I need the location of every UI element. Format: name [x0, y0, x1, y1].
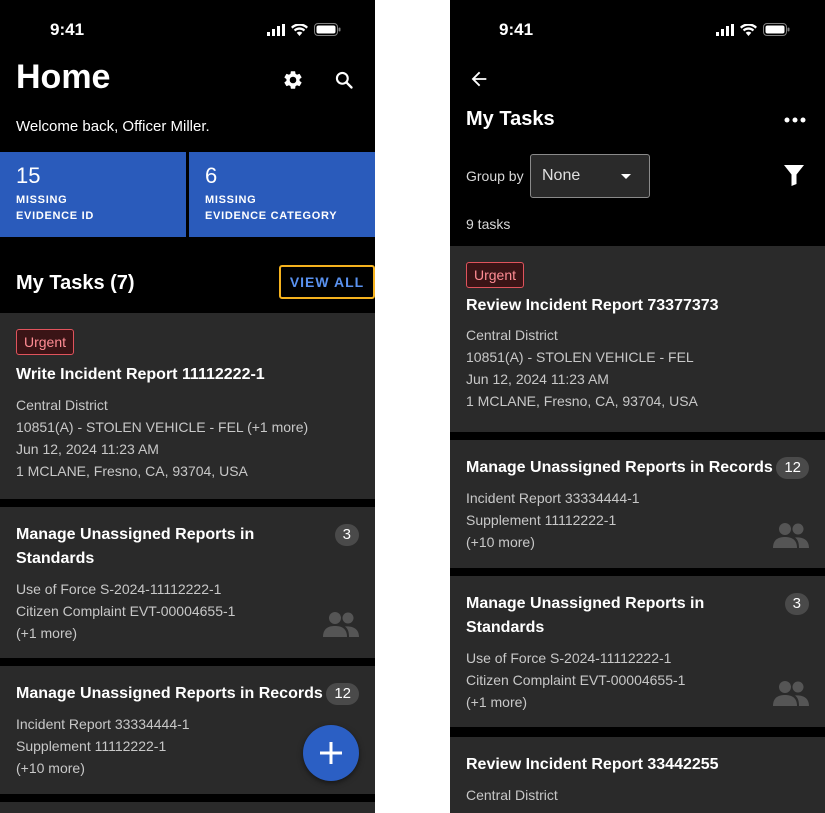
count-badge: 12	[776, 457, 809, 479]
urgent-badge: Urgent	[16, 329, 75, 355]
task-title: Review Incident Report 73377373	[466, 297, 719, 314]
task-detail: Central District	[466, 327, 558, 343]
stats-row: 15 MISSING EVIDENCE ID 6 MISSING EVIDENC…	[0, 152, 375, 237]
count-badge: 12	[326, 683, 359, 705]
stat-missing-evidence-category[interactable]: 6 MISSING EVIDENCE CATEGORY	[189, 152, 375, 237]
task-title-line2: Standards	[16, 550, 95, 567]
group-by-value: None	[542, 167, 581, 184]
status-bar: 9:41	[450, 0, 825, 60]
task-detail: Citizen Complaint EVT-00004655-1	[16, 603, 236, 619]
task-detail: 10851(A) - STOLEN VEHICLE - FEL (+1 more…	[16, 419, 309, 435]
task-detail: Jun 12, 2024 11:23 AM	[466, 371, 609, 387]
chevron-down-icon	[621, 174, 631, 179]
search-icon	[335, 71, 353, 89]
stat-label-line2: EVIDENCE ID	[16, 210, 94, 222]
count-badge: 3	[784, 593, 809, 615]
more-horizontal-icon	[784, 117, 806, 123]
task-detail: Use of Force S-2024-11112222-1	[16, 581, 222, 597]
count-badge: 3	[334, 524, 359, 546]
task-detail: Central District	[16, 397, 108, 413]
wifi-icon	[740, 23, 757, 36]
task-count: 9 tasks	[466, 216, 511, 232]
task-card[interactable]: Manage Unassigned Reports in Standards 3…	[450, 576, 825, 727]
task-title-line1: Manage Unassigned Reports in	[16, 526, 255, 543]
task-detail: 1 MCLANE, Fresno, CA, 93704, USA	[16, 463, 248, 479]
task-detail: Jun 12, 2024 11:23 AM	[16, 441, 159, 457]
task-card[interactable]: Review Incident Report 33442255 Central …	[450, 737, 825, 813]
stat-label-line2: EVIDENCE CATEGORY	[205, 210, 338, 222]
settings-button[interactable]	[278, 65, 308, 95]
status-icons	[716, 23, 790, 36]
signal-icon	[267, 23, 285, 36]
stat-missing-evidence-id[interactable]: 15 MISSING EVIDENCE ID	[0, 152, 186, 237]
stat-label-line1: MISSING	[16, 194, 68, 206]
task-card[interactable]: Urgent Review Incident Report 73377373 C…	[450, 246, 825, 432]
more-options-button[interactable]	[784, 110, 806, 135]
stat-label-line1: MISSING	[205, 194, 257, 206]
task-card[interactable]: Urgent Write Incident Report 11112222-1 …	[0, 313, 375, 499]
task-card[interactable]: Manage Unassigned Reports in Records 12 …	[450, 440, 825, 568]
group-by-label: Group by	[466, 168, 524, 184]
filter-icon	[784, 165, 804, 186]
battery-icon	[314, 23, 341, 36]
battery-icon	[763, 23, 790, 36]
back-button[interactable]	[468, 68, 490, 95]
arrow-left-icon	[471, 71, 487, 87]
home-screen: 9:41 Home Welcome back, Officer Miller. …	[0, 0, 375, 813]
page-title: My Tasks	[466, 108, 555, 130]
stat-number: 15	[16, 163, 41, 188]
status-icons	[267, 23, 341, 36]
welcome-message: Welcome back, Officer Miller.	[16, 118, 210, 135]
wifi-icon	[291, 23, 308, 36]
status-bar: 9:41	[0, 0, 375, 60]
task-detail: Incident Report 33334444-1	[16, 716, 190, 732]
stat-number: 6	[205, 163, 218, 188]
task-detail: Use of Force S-2024-11112222-1	[466, 650, 672, 666]
group-by-select[interactable]: None	[530, 154, 650, 198]
my-tasks-screen: 9:41 My Tasks Group by None 9 tasks Urge…	[450, 0, 825, 813]
task-detail: Central District	[466, 787, 558, 803]
group-icon	[773, 523, 809, 548]
filter-button[interactable]	[783, 164, 805, 191]
plus-icon	[320, 742, 342, 764]
signal-icon	[716, 23, 734, 36]
status-time: 9:41	[499, 20, 534, 39]
task-detail: Citizen Complaint EVT-00004655-1	[466, 672, 686, 688]
task-title: Manage Unassigned Reports in Records	[16, 685, 323, 702]
task-detail: (+10 more)	[466, 534, 535, 550]
view-all-button[interactable]: VIEW ALL	[279, 265, 375, 299]
task-detail: Incident Report 33334444-1	[466, 490, 640, 506]
search-button[interactable]	[329, 65, 359, 95]
status-time: 9:41	[50, 20, 85, 39]
task-title: Manage Unassigned Reports in Records	[466, 459, 773, 476]
task-detail: 10851(A) - STOLEN VEHICLE - FEL	[466, 349, 694, 365]
group-icon	[323, 612, 359, 637]
task-detail: Supplement 11112222-1	[466, 512, 617, 528]
urgent-badge: Urgent	[466, 262, 525, 288]
page-title: Home	[16, 58, 111, 96]
add-button[interactable]	[303, 725, 359, 781]
task-card[interactable]: Manage Unassigned Reports in Standards 3…	[0, 507, 375, 658]
gear-icon	[284, 71, 302, 89]
task-detail: (+1 more)	[16, 625, 78, 641]
task-detail: (+1 more)	[466, 694, 528, 710]
task-title-line2: Standards	[466, 619, 545, 636]
tasks-heading: My Tasks (7)	[16, 272, 135, 294]
group-icon	[773, 681, 809, 706]
task-title-line1: Manage Unassigned Reports in	[466, 595, 705, 612]
task-title: Write Incident Report 11112222-1	[16, 366, 265, 383]
task-detail: 1 MCLANE, Fresno, CA, 93704, USA	[466, 393, 698, 409]
task-card-partial[interactable]	[0, 802, 375, 813]
task-title: Review Incident Report 33442255	[466, 756, 719, 773]
